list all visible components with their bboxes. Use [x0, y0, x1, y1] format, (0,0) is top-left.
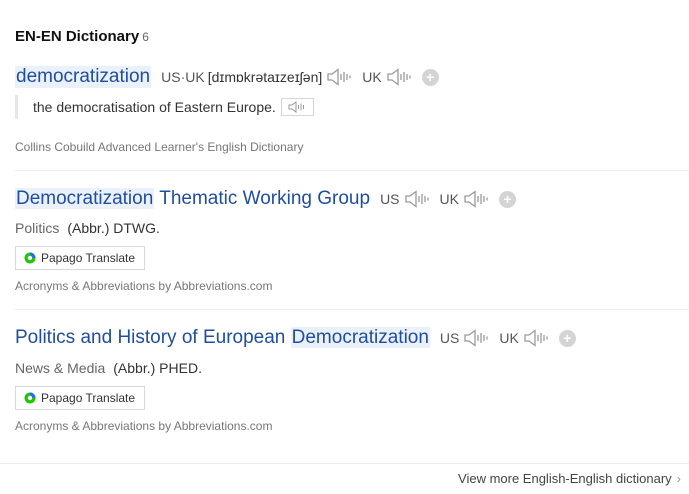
result-count: 6 [142, 30, 149, 44]
category-label: News & Media [15, 360, 106, 376]
category-label: Politics [15, 220, 60, 236]
entry-1-pronunciation: [dɪmɒkrətaɪzeɪʃən] [207, 69, 323, 85]
example-sentence: the democratisation of Eastern Europe. [33, 99, 276, 115]
papago-translate-label: Papago Translate [41, 391, 136, 405]
papago-translate-button[interactable]: Papago Translate [15, 246, 146, 270]
abbreviation: (Abbr.) DTWG. [67, 220, 160, 236]
headword-rest: Thematic Working Group [154, 188, 371, 209]
speaker-icon[interactable] [463, 329, 489, 347]
entry-3-meaning: News & Media (Abbr.) PHED. [15, 360, 202, 376]
view-more-link[interactable]: View more English-English dictionary › [458, 471, 681, 486]
entry-1-source: Collins Cobuild Advanced Learner's Engli… [15, 140, 304, 154]
entry-2: Democratization Thematic Working Group U… [15, 188, 689, 210]
speaker-icon[interactable] [386, 68, 412, 86]
headword-prefix: Politics and History of European [15, 327, 291, 348]
entry-2-source: Acronyms & Abbreviations by Abbreviation… [15, 279, 273, 293]
entry-3-headword[interactable]: Politics and History of European Democra… [15, 327, 430, 349]
divider [15, 170, 689, 171]
papago-logo-icon [24, 252, 36, 264]
abbreviation: (Abbr.) PHED. [113, 360, 202, 376]
add-to-wordbook-plus-icon[interactable]: + [558, 329, 576, 347]
divider [15, 309, 689, 310]
papago-translate-button[interactable]: Papago Translate [15, 386, 146, 410]
speaker-icon[interactable] [326, 68, 352, 86]
speaker-icon[interactable] [463, 190, 489, 208]
entry-2-meaning: Politics (Abbr.) DTWG. [15, 220, 160, 236]
add-to-wordbook-plus-icon[interactable]: + [498, 190, 516, 208]
view-more-label: View more English-English dictionary [458, 471, 672, 486]
entry-1-headword[interactable]: democratization [15, 66, 152, 88]
entry-1-uk-label: UK [362, 69, 382, 85]
chevron-right-icon: › [676, 471, 681, 486]
entry-2-headword[interactable]: Democratization Thematic Working Group [15, 188, 370, 210]
entry-3-title-row: Politics and History of European Democra… [15, 327, 689, 349]
dictionary-header: EN-EN Dictionary 6 [15, 28, 149, 45]
entry-3-source: Acronyms & Abbreviations by Abbreviation… [15, 419, 273, 433]
entry-1-title-row: democratization US·UK [dɪmɒkrətaɪzeɪʃən]… [15, 66, 689, 88]
dictionary-title: EN-EN Dictionary [15, 28, 140, 45]
entry-3: Politics and History of European Democra… [15, 327, 689, 349]
entry-3-uk-label: UK [499, 330, 519, 346]
divider [0, 463, 689, 464]
entry-1: democratization US·UK [dɪmɒkrətaɪzeɪʃən]… [15, 66, 689, 88]
speaker-icon[interactable] [404, 190, 430, 208]
entry-1-example: the democratisation of Eastern Europe. [15, 95, 314, 119]
example-speaker-icon[interactable] [280, 98, 314, 116]
add-to-wordbook-plus-icon[interactable]: + [421, 68, 439, 86]
entry-2-uk-label: UK [439, 191, 459, 207]
headword-highlight: Democratization [290, 327, 430, 348]
entry-2-title-row: Democratization Thematic Working Group U… [15, 188, 689, 210]
papago-logo-icon [24, 392, 36, 404]
entry-1-us-uk-label: US·UK [161, 69, 205, 85]
entry-2-us-label: US [380, 191, 400, 207]
speaker-icon[interactable] [523, 329, 549, 347]
papago-translate-label: Papago Translate [41, 251, 136, 265]
headword-highlight: Democratization [15, 188, 155, 209]
entry-3-us-label: US [439, 330, 460, 346]
